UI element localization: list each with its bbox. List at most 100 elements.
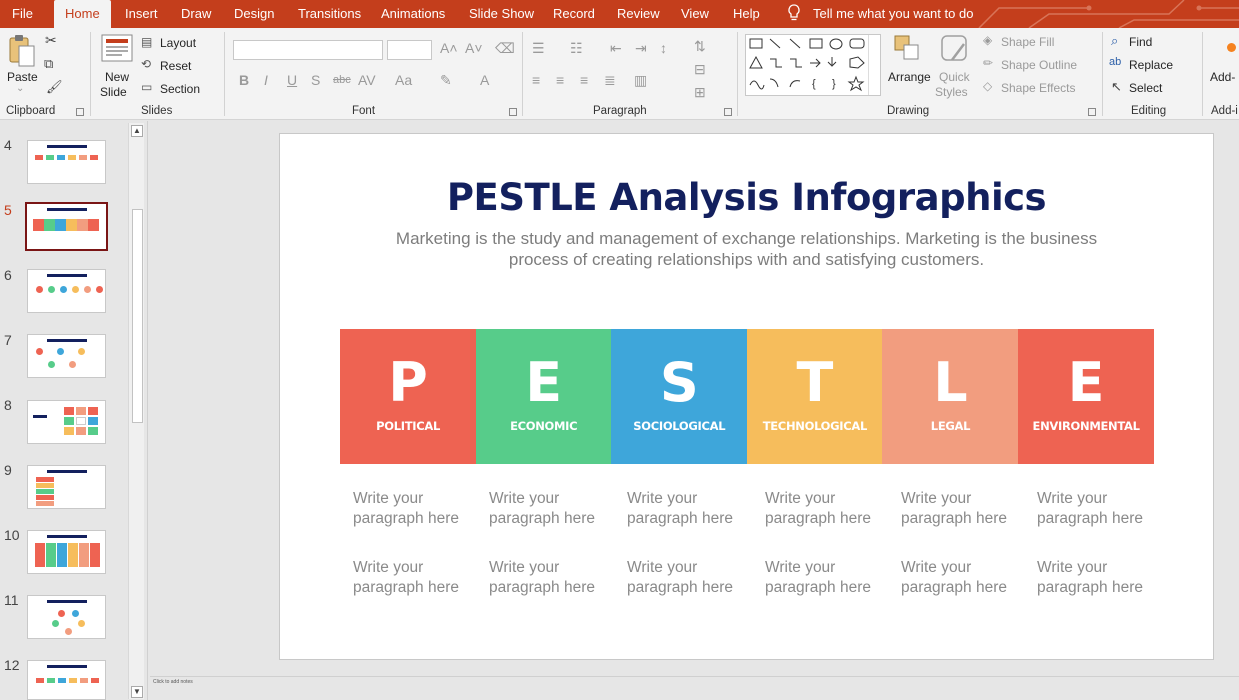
select-button[interactable]: Select (1129, 81, 1162, 95)
shadow-icon[interactable]: S (311, 72, 320, 88)
tab-home[interactable]: Home (54, 0, 111, 30)
font-size-combo[interactable] (387, 40, 432, 60)
pestle-card-political[interactable]: P POLITICAL (340, 329, 477, 464)
new-slide-icon[interactable] (101, 34, 133, 64)
copy-icon[interactable]: ⧉ (44, 56, 53, 72)
bold-icon[interactable]: B (239, 72, 249, 88)
slide-thumbnail-8[interactable] (27, 400, 106, 444)
align-text-icon[interactable]: ⊟ (694, 61, 706, 78)
paragraph-placeholder[interactable]: Write your paragraph here (489, 489, 619, 528)
find-icon[interactable]: ⌕ (1111, 33, 1118, 49)
slide-thumbnail-7[interactable] (27, 334, 106, 378)
scrollbar-thumb[interactable] (132, 209, 143, 423)
paragraph-placeholder[interactable]: Write your paragraph here (765, 558, 895, 597)
paragraph-placeholder[interactable]: Write your paragraph here (627, 489, 757, 528)
pestle-card-legal[interactable]: L LEGAL (882, 329, 1019, 464)
increase-indent-icon[interactable]: ⇥ (635, 40, 647, 57)
change-case-icon[interactable]: Aa (395, 72, 412, 88)
layout-button[interactable]: Layout (160, 36, 196, 50)
cut-icon[interactable]: ✂ (45, 32, 57, 49)
section-button[interactable]: Section (160, 82, 200, 96)
paste-icon[interactable] (8, 34, 36, 68)
scroll-down-icon[interactable]: ▼ (131, 686, 143, 698)
paragraph-placeholder[interactable]: Write your paragraph here (765, 489, 895, 528)
addins-icon[interactable] (1227, 43, 1236, 52)
tab-slideshow[interactable]: Slide Show (469, 0, 534, 28)
bullets-icon[interactable]: ☰ (532, 40, 545, 57)
font-launcher-icon[interactable] (509, 108, 517, 116)
new-slide-label-1[interactable]: New (105, 70, 129, 84)
shape-fill-button[interactable]: Shape Fill (1001, 35, 1054, 49)
select-icon[interactable]: ↖ (1111, 79, 1122, 95)
font-color-icon[interactable]: A (480, 72, 489, 88)
underline-icon[interactable]: U (287, 72, 297, 88)
align-center-icon[interactable]: ≡ (556, 72, 564, 88)
drawing-launcher-icon[interactable] (1088, 108, 1096, 116)
paragraph-placeholder[interactable]: Write your paragraph here (353, 558, 483, 597)
tab-draw[interactable]: Draw (181, 0, 211, 28)
addins-button[interactable]: Add- (1210, 70, 1235, 84)
tab-insert[interactable]: Insert (125, 0, 158, 28)
strikethrough-icon[interactable]: abc (333, 74, 351, 86)
arrange-button[interactable]: Arrange (888, 70, 931, 84)
paste-button[interactable]: Paste (7, 70, 38, 84)
paragraph-placeholder[interactable]: Write your paragraph here (353, 489, 483, 528)
slide-canvas[interactable]: PESTLE Analysis Infographics Marketing i… (279, 133, 1214, 660)
paragraph-placeholder[interactable]: Write your paragraph here (901, 489, 1031, 528)
slide-thumbnail-pane[interactable]: 4 5 6 7 8 9 10 11 12 ▲ ▼ (0, 121, 148, 700)
character-spacing-icon[interactable]: AV (358, 72, 376, 88)
paragraph-placeholder[interactable]: Write your paragraph here (1037, 558, 1167, 597)
decrease-indent-icon[interactable]: ⇤ (610, 40, 622, 57)
quick-styles-icon[interactable] (940, 34, 972, 66)
slide-subtitle[interactable]: Marketing is the study and management of… (390, 228, 1103, 270)
format-painter-icon[interactable]: 🖌 (46, 79, 63, 95)
layout-icon[interactable]: ▤ (141, 35, 152, 49)
thumbnail-scrollbar[interactable]: ▲ ▼ (128, 123, 144, 699)
tab-animations[interactable]: Animations (381, 0, 445, 28)
quick-styles-label-1[interactable]: Quick (939, 70, 970, 84)
slide-thumbnail-5[interactable] (25, 202, 108, 251)
paragraph-placeholder[interactable]: Write your paragraph here (627, 558, 757, 597)
pestle-card-environmental[interactable]: E ENVIRONMENTAL (1018, 329, 1155, 464)
quick-styles-label-2[interactable]: Styles (935, 85, 968, 99)
find-button[interactable]: Find (1129, 35, 1152, 49)
tab-record[interactable]: Record (553, 0, 595, 28)
reset-icon[interactable]: ⟲ (141, 57, 151, 71)
shape-effects-icon[interactable]: ◇ (983, 79, 992, 93)
paragraph-placeholder[interactable]: Write your paragraph here (1037, 489, 1167, 528)
shapes-gallery[interactable]: {} (745, 34, 881, 96)
slide-thumbnail-6[interactable] (27, 269, 106, 313)
align-left-icon[interactable]: ≡ (532, 72, 540, 88)
tab-design[interactable]: Design (234, 0, 274, 28)
grow-font-icon[interactable]: A˄ (440, 40, 458, 56)
reset-button[interactable]: Reset (160, 59, 191, 73)
new-slide-label-2[interactable]: Slide (100, 85, 127, 99)
shape-fill-icon[interactable]: ◈ (983, 33, 992, 47)
tab-review[interactable]: Review (617, 0, 660, 28)
shape-outline-button[interactable]: Shape Outline (1001, 58, 1077, 72)
pestle-card-economic[interactable]: E ECONOMIC (475, 329, 612, 464)
clear-formatting-icon[interactable]: ⌫ (495, 40, 515, 57)
tab-transitions[interactable]: Transitions (298, 0, 361, 28)
line-spacing-icon[interactable]: ↕ (660, 40, 667, 56)
paste-chevron-icon[interactable]: ⌄ (16, 83, 24, 94)
tab-view[interactable]: View (681, 0, 709, 28)
font-family-combo[interactable] (233, 40, 383, 60)
align-right-icon[interactable]: ≡ (580, 72, 588, 88)
columns-icon[interactable]: ▥ (634, 72, 647, 89)
smartart-icon[interactable]: ⊞ (694, 84, 706, 101)
pestle-card-technological[interactable]: T TECHNOLOGICAL (746, 329, 883, 464)
justify-icon[interactable]: ≣ (604, 72, 616, 89)
shape-effects-button[interactable]: Shape Effects (1001, 81, 1076, 95)
paragraph-placeholder[interactable]: Write your paragraph here (489, 558, 619, 597)
scroll-up-icon[interactable]: ▲ (131, 125, 143, 137)
paragraph-launcher-icon[interactable] (724, 108, 732, 116)
slide-thumbnail-9[interactable] (27, 465, 106, 509)
replace-button[interactable]: Replace (1129, 58, 1173, 72)
slide-thumbnail-12[interactable] (27, 660, 106, 700)
paragraph-placeholder[interactable]: Write your paragraph here (901, 558, 1031, 597)
slide-thumbnail-10[interactable] (27, 530, 106, 574)
text-direction-icon[interactable]: ⇅ (694, 38, 706, 55)
tell-me-search[interactable]: Tell me what you want to do (813, 0, 973, 28)
highlight-icon[interactable]: ✎ (440, 72, 452, 89)
